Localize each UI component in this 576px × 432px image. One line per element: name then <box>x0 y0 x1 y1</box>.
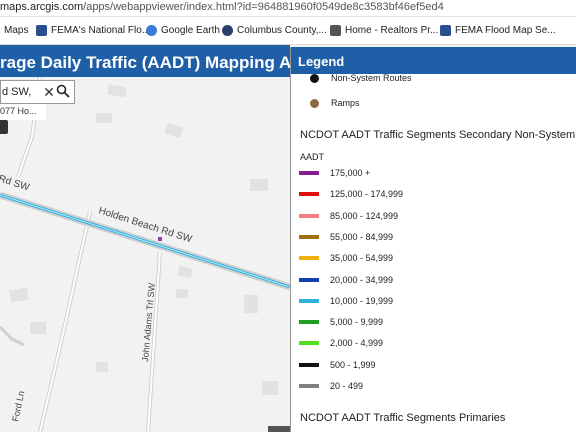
building <box>96 113 112 123</box>
bookmark-realtors[interactable]: Home - Realtors Pr... <box>330 25 438 36</box>
url-path: /apps/webappviewer/index.html?id=9648819… <box>83 1 444 13</box>
map-attribution <box>268 426 290 432</box>
suggestion-text: 077 Ho... <box>0 106 37 116</box>
bookmark-maps[interactable]: Maps <box>4 25 28 36</box>
building <box>176 289 188 298</box>
line-symbol <box>299 384 319 388</box>
legend-panel: Legend Non-System Routes Ramps NCDOT AAD… <box>290 47 576 432</box>
legend-label: 10,000 - 19,999 <box>330 295 394 306</box>
address-bar[interactable]: maps.arcgis.com/apps/webappviewer/index.… <box>0 0 576 17</box>
legend-label: Ramps <box>331 98 360 108</box>
line-symbol <box>299 234 319 239</box>
bookmark-fema-national-flood[interactable]: FEMA's National Flo... <box>36 25 150 36</box>
road <box>39 211 91 432</box>
road-center <box>0 194 290 288</box>
legend-item-non-system-routes: Non-System Routes <box>299 73 412 83</box>
legend-item-aadt-class: 35,000 - 54,999 <box>299 253 393 263</box>
legend-label: 175,000 + <box>330 168 371 178</box>
legend-label: Non-System Routes <box>331 73 412 83</box>
road-label-rd-sw: Rd SW <box>0 173 31 193</box>
line-symbol <box>299 362 319 367</box>
map-view[interactable]: Rd SW Holden Beach Rd SW John Adams Trl … <box>0 77 290 432</box>
app-title: rage Daily Traffic (AADT) Mapping Applic… <box>0 53 290 72</box>
bookmark-columbus-county[interactable]: Columbus County,... <box>222 25 327 36</box>
url-host: maps.arcgis.com <box>0 1 84 13</box>
building <box>96 362 108 372</box>
legend-item-aadt-class: 500 - 1,999 <box>299 360 376 370</box>
legend-item-aadt-class: 20,000 - 34,999 <box>299 275 393 285</box>
line-symbol <box>299 298 319 303</box>
point-symbol <box>310 73 319 83</box>
close-icon[interactable]: ✕ <box>42 84 56 101</box>
legend-item-aadt-class: 20 - 499 <box>299 381 363 391</box>
road-outline <box>0 325 25 347</box>
county-seal-icon <box>222 25 233 36</box>
point-symbol <box>310 98 319 108</box>
bookmark-label: Maps <box>4 25 29 36</box>
line-symbol <box>299 320 319 325</box>
building <box>244 295 258 313</box>
app-title-bar: rage Daily Traffic (AADT) Mapping Applic… <box>0 45 290 77</box>
bookmark-label: Google Earth <box>161 25 220 36</box>
map-marker[interactable] <box>158 237 162 241</box>
bookmark-label: Columbus County,... <box>237 25 327 36</box>
legend-label: 2,000 - 4,999 <box>330 338 384 349</box>
legend-item-aadt-class: 125,000 - 174,999 <box>299 189 403 199</box>
legend-label: 55,000 - 84,999 <box>330 231 394 242</box>
legend-label: 500 - 1,999 <box>330 359 376 370</box>
line-symbol <box>299 192 319 197</box>
legend-item-aadt-class: 5,000 - 9,999 <box>299 317 383 327</box>
legend-item-aadt-class: 175,000 + <box>299 168 370 178</box>
google-earth-icon <box>146 25 157 36</box>
building <box>107 84 127 98</box>
legend-item-ramps: Ramps <box>299 98 360 108</box>
building <box>164 123 184 138</box>
legend-section-subtitle: AADT <box>300 152 325 162</box>
legend-label: 20 - 499 <box>330 381 364 391</box>
line-symbol <box>299 256 319 261</box>
legend-label: 85,000 - 124,999 <box>330 210 399 221</box>
line-symbol <box>299 341 319 346</box>
building <box>9 287 29 303</box>
map-search-box[interactable]: d SW, ✕ <box>0 80 75 104</box>
bookmark-label: Home - Realtors Pr... <box>345 25 439 36</box>
legend-title: Legend <box>298 54 345 69</box>
building <box>176 265 194 279</box>
search-icon[interactable] <box>56 84 74 101</box>
legend-label: 35,000 - 54,999 <box>330 253 394 264</box>
line-symbol <box>299 213 319 218</box>
legend-section-title: NCDOT AADT Traffic Segments Secondary No… <box>300 129 576 141</box>
search-input[interactable]: d SW, <box>2 86 42 98</box>
legend-header: Legend <box>291 47 576 74</box>
legend-item-aadt-class: 85,000 - 124,999 <box>299 211 398 221</box>
bookmark-label: FEMA Flood Map Se... <box>455 25 556 36</box>
legend-item-aadt-class: 10,000 - 19,999 <box>299 296 393 306</box>
fema-icon <box>36 25 47 36</box>
map-canvas[interactable]: Rd SW Holden Beach Rd SW John Adams Trl … <box>0 77 290 432</box>
legend-item-aadt-class: 2,000 - 4,999 <box>299 338 383 348</box>
fema-flood-icon <box>440 25 451 36</box>
line-symbol <box>299 171 319 175</box>
legend-item-aadt-class: 55,000 - 84,999 <box>299 232 393 242</box>
bookmark-label: FEMA's National Flo... <box>51 25 151 36</box>
building <box>250 179 268 191</box>
legend-label: 5,000 - 9,999 <box>330 317 384 328</box>
legend-label: 20,000 - 34,999 <box>330 274 394 285</box>
building <box>30 322 46 334</box>
search-suggestion[interactable]: 077 Ho... <box>0 104 46 120</box>
line-symbol <box>299 277 319 282</box>
realtors-icon <box>330 25 341 36</box>
legend-next-section-title: NCDOT AADT Traffic Segments Primaries <box>300 412 506 424</box>
bookmark-fema-flood-map[interactable]: FEMA Flood Map Se... <box>440 25 556 36</box>
legend-label: 125,000 - 174,999 <box>330 189 404 200</box>
building <box>262 381 278 395</box>
bookmark-google-earth[interactable]: Google Earth <box>146 25 220 36</box>
bookmarks-bar: Maps FEMA's National Flo... Google Earth… <box>0 17 576 45</box>
road-label-ford-ln: Ford Ln <box>10 390 26 422</box>
map-widget-button[interactable] <box>0 120 8 134</box>
